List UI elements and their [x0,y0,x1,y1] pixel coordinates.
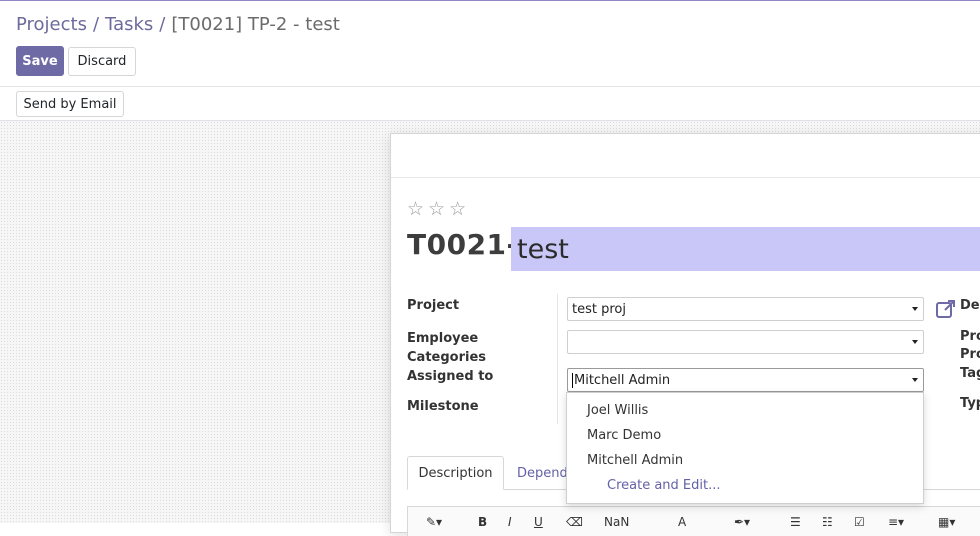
breadcrumb-projects[interactable]: Projects [16,14,87,35]
star-icon[interactable]: ☆ [428,200,445,219]
type-label: Typ [960,396,980,411]
dropdown-option[interactable]: Joel Willis [587,403,648,418]
checklist-icon[interactable]: ☑ [854,515,865,529]
tab-dependencies[interactable]: Depend [517,456,568,490]
employee-categories-label: Employee Categories [407,331,487,365]
underline-button[interactable]: U [534,515,543,529]
eraser-icon[interactable]: ⌫ [566,515,583,529]
task-title-input[interactable]: test [511,227,980,271]
divider [0,86,980,87]
bold-button[interactable]: B [478,515,487,529]
text-cursor [572,372,573,388]
magic-wand-icon[interactable]: ✎▾ [426,515,442,529]
control-panel: Projects / Tasks / [T0021] TP-2 - test Save … [0,1,980,121]
italic-button[interactable]: I [508,515,512,529]
dropdown-option[interactable]: Marc Demo [587,428,661,443]
editor-toolbar: ✎▾ B I U ⌫ NaN A ✒▾ ☰ ☷ ☑ ≡▾ ▦▾ [407,506,980,536]
save-button[interactable]: Save [16,46,64,76]
star-icon[interactable]: ☆ [407,200,424,219]
assigned-to-label: Assigned to [407,369,494,384]
tags-label: Tag [960,366,980,381]
star-icon[interactable]: ☆ [449,200,466,219]
font-size-button[interactable]: NaN [604,515,629,529]
table-icon[interactable]: ▦▾ [938,515,955,529]
employee-categories-field[interactable] [567,330,924,354]
breadcrumb-separator: / [92,14,100,35]
chevron-down-icon[interactable] [912,340,918,344]
chevron-down-icon[interactable] [912,307,918,311]
send-by-email-button[interactable]: Send by Email [16,91,124,117]
assigned-to-value: Mitchell Admin [574,372,671,388]
bullet-list-icon[interactable]: ☰ [790,515,801,529]
right-label: Pro [960,347,980,362]
discard-button[interactable]: Discard [68,47,136,76]
project-field[interactable]: test proj [567,297,924,321]
external-link-icon[interactable] [935,298,957,320]
chevron-down-icon[interactable] [912,378,918,382]
font-color-button[interactable]: A [678,515,686,529]
project-value: test proj [572,301,626,317]
deadline-label: Dea [960,298,980,313]
numbered-list-icon[interactable]: ☷ [822,515,833,529]
assigned-to-dropdown: Joel Willis Marc Demo Mitchell Admin Cre… [566,392,924,504]
dropdown-option[interactable]: Mitchell Admin [587,453,683,468]
breadcrumb-current: [T0021] TP-2 - test [171,14,340,35]
align-icon[interactable]: ≡▾ [888,515,904,529]
project-label: Project [407,298,460,313]
create-and-edit-option[interactable]: Create and Edit... [607,478,721,493]
tab-description[interactable]: Description [407,456,504,490]
milestone-label: Milestone [407,399,479,414]
task-reference: T0021- [407,228,519,261]
breadcrumb-tasks[interactable]: Tasks [105,14,153,35]
right-label: Pro [960,329,980,344]
highlight-icon[interactable]: ✒▾ [734,515,750,529]
field-separator [557,294,558,424]
sheet-statusbar [391,134,980,178]
priority-stars: ☆ ☆ ☆ [407,200,466,219]
breadcrumb-separator: / [159,14,166,35]
breadcrumb: Projects / Tasks / [T0021] TP-2 - test [16,14,340,35]
assigned-to-field[interactable]: Mitchell Admin [567,368,924,392]
